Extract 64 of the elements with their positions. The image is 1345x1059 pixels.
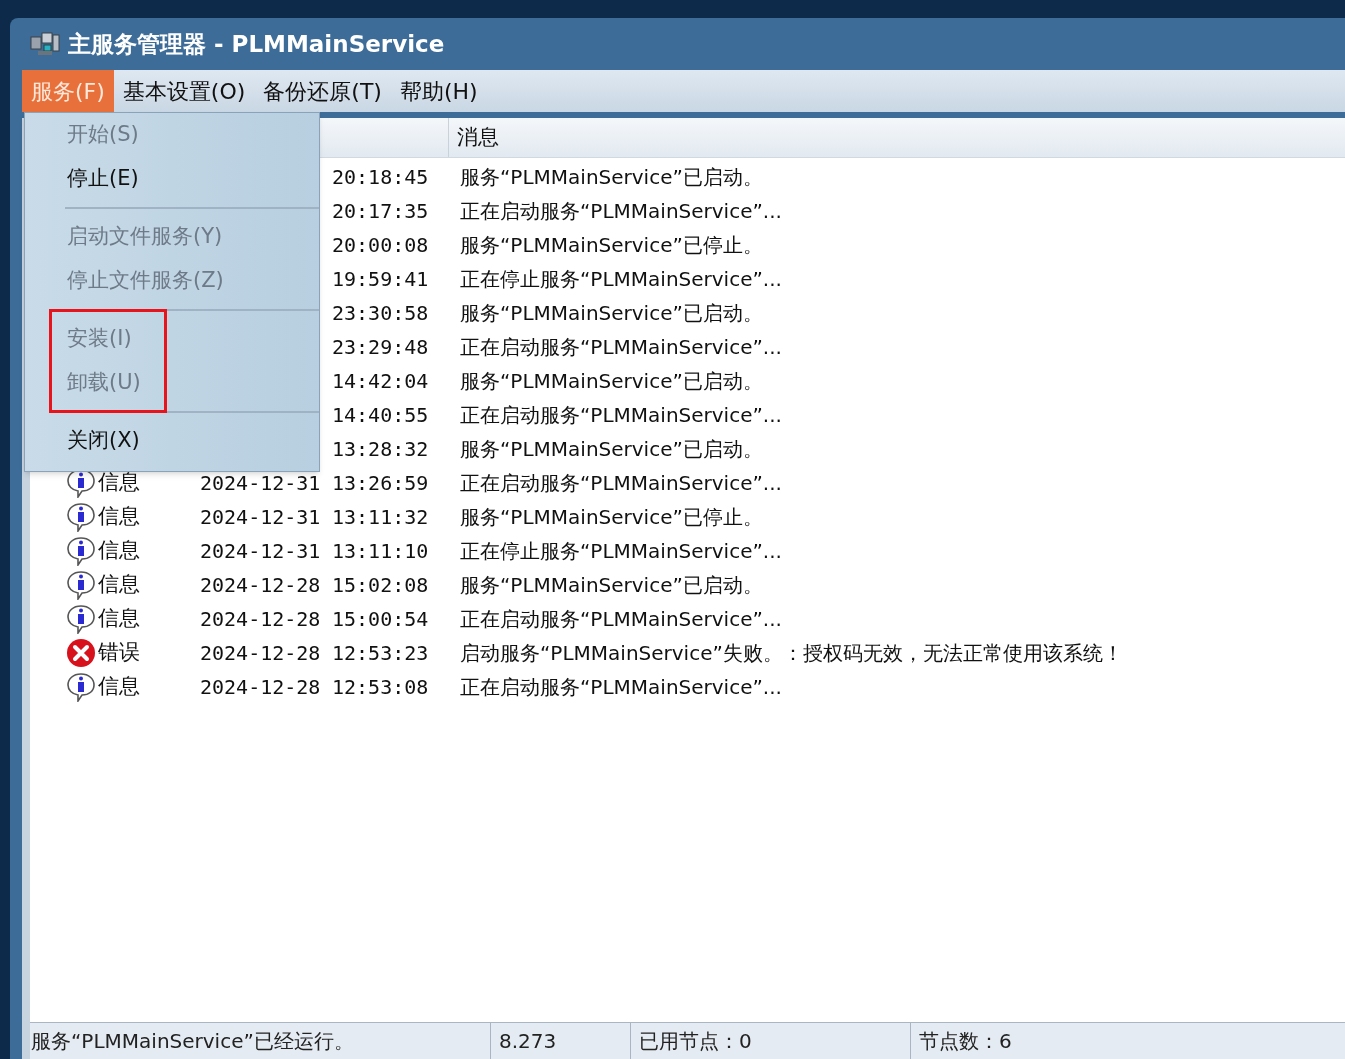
log-message: 服务“PLMMainService”已启动。: [460, 368, 763, 395]
log-message: 正在启动服务“PLMMainService”...: [460, 674, 782, 701]
log-time: 20:17:35: [332, 199, 429, 223]
log-message: 正在停止服务“PLMMainService”...: [460, 266, 782, 293]
status-text: 8.273: [499, 1028, 557, 1055]
log-time: 15:00:54: [332, 607, 429, 631]
menu-tab[interactable]: 备份还原(T): [254, 70, 391, 112]
log-type: 信息: [98, 571, 140, 599]
info-icon: [66, 570, 96, 600]
log-message: 服务“PLMMainService”已停止。: [460, 232, 763, 259]
log-message: 服务“PLMMainService”已启动。: [460, 436, 763, 463]
info-icon: [66, 672, 96, 702]
log-time: 12:53:23: [332, 641, 429, 665]
log-message: 正在启动服务“PLMMainService”...: [460, 402, 782, 429]
log-time: 12:53:08: [332, 675, 429, 699]
error-icon: [66, 638, 96, 668]
menu-item[interactable]: 关闭(X): [25, 419, 319, 463]
log-message: 服务“PLMMainService”已启动。: [460, 164, 763, 191]
log-type: 错误: [98, 639, 140, 667]
status-text: 节点数：6: [919, 1028, 1012, 1055]
log-date: 2024-12-28: [200, 675, 321, 699]
log-type: 信息: [98, 469, 140, 497]
log-time: 13:28:32: [332, 437, 429, 461]
log-type: 信息: [98, 605, 140, 633]
log-date: 2024-12-31: [200, 505, 321, 529]
log-time: 13:11:10: [332, 539, 429, 563]
log-time: 23:30:58: [332, 301, 429, 325]
log-type: 信息: [98, 503, 140, 531]
log-time: 14:40:55: [332, 403, 429, 427]
log-message: 正在启动服务“PLMMainService”...: [460, 334, 782, 361]
status-text: 服务“PLMMainService”已经运行。: [31, 1028, 354, 1055]
info-icon: [66, 536, 96, 566]
info-icon: [66, 604, 96, 634]
menu-tab[interactable]: 基本设置(O): [113, 70, 255, 112]
log-date: 2024-12-28: [200, 607, 321, 631]
log-time: 19:59:41: [332, 267, 429, 291]
menu-tab[interactable]: 帮助(H): [390, 70, 487, 112]
log-message: 正在启动服务“PLMMainService”...: [460, 198, 782, 225]
log-message: 服务“PLMMainService”已停止。: [460, 504, 763, 531]
log-time: 14:42:04: [332, 369, 429, 393]
log-date: 2024-12-28: [200, 573, 321, 597]
status-text: 已用节点：0: [639, 1028, 752, 1055]
log-message: 服务“PLMMainService”已启动。: [460, 300, 763, 327]
log-type: 信息: [98, 673, 140, 701]
computers-icon: [30, 31, 60, 57]
log-date: 2024-12-31: [200, 539, 321, 563]
log-time: 20:00:08: [332, 233, 429, 257]
log-date: 2024-12-28: [200, 641, 321, 665]
log-time: 13:11:32: [332, 505, 429, 529]
log-time: 13:26:59: [332, 471, 429, 495]
log-time: 20:18:45: [332, 165, 429, 189]
log-type: 信息: [98, 537, 140, 565]
window-title: 主服务管理器 - PLMMainService: [68, 29, 445, 59]
menu-item[interactable]: 停止(E): [25, 157, 319, 201]
log-message: 服务“PLMMainService”已启动。: [460, 572, 763, 599]
log-message: 正在启动服务“PLMMainService”...: [460, 470, 782, 497]
log-message: 正在启动服务“PLMMainService”...: [460, 606, 782, 633]
log-message: 启动服务“PLMMainService”失败。：授权码无效，无法正常使用该系统！: [460, 640, 1123, 667]
log-date: 2024-12-31: [200, 471, 321, 495]
log-time: 23:29:48: [332, 335, 429, 359]
info-icon: [66, 502, 96, 532]
column-header[interactable]: 消息: [449, 118, 1345, 157]
log-time: 15:02:08: [332, 573, 429, 597]
log-message: 正在停止服务“PLMMainService”...: [460, 538, 782, 565]
